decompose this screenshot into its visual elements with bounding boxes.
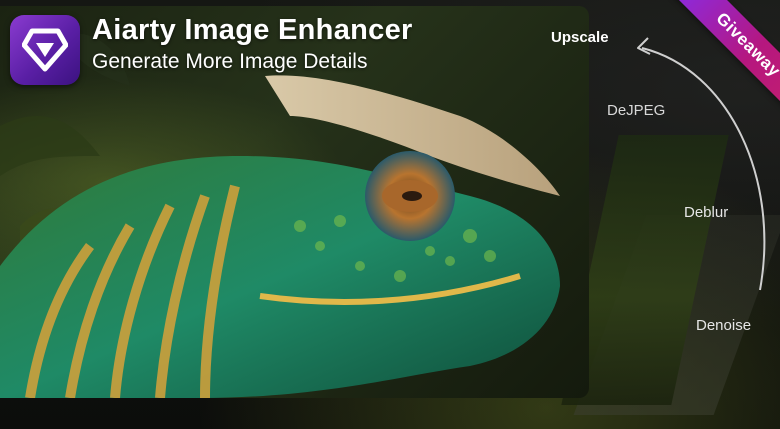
step-denoise: Denoise <box>696 317 752 334</box>
ribbon-band: Giveaway <box>672 0 780 120</box>
step-deblur: Deblur <box>684 204 729 221</box>
step-upscale: Upscale <box>551 29 609 46</box>
ribbon-label: Giveaway <box>712 8 780 81</box>
arrow-head-icon <box>637 37 651 55</box>
step-dejpeg: DeJPEG <box>607 102 666 119</box>
giveaway-ribbon: Giveaway <box>660 0 780 120</box>
